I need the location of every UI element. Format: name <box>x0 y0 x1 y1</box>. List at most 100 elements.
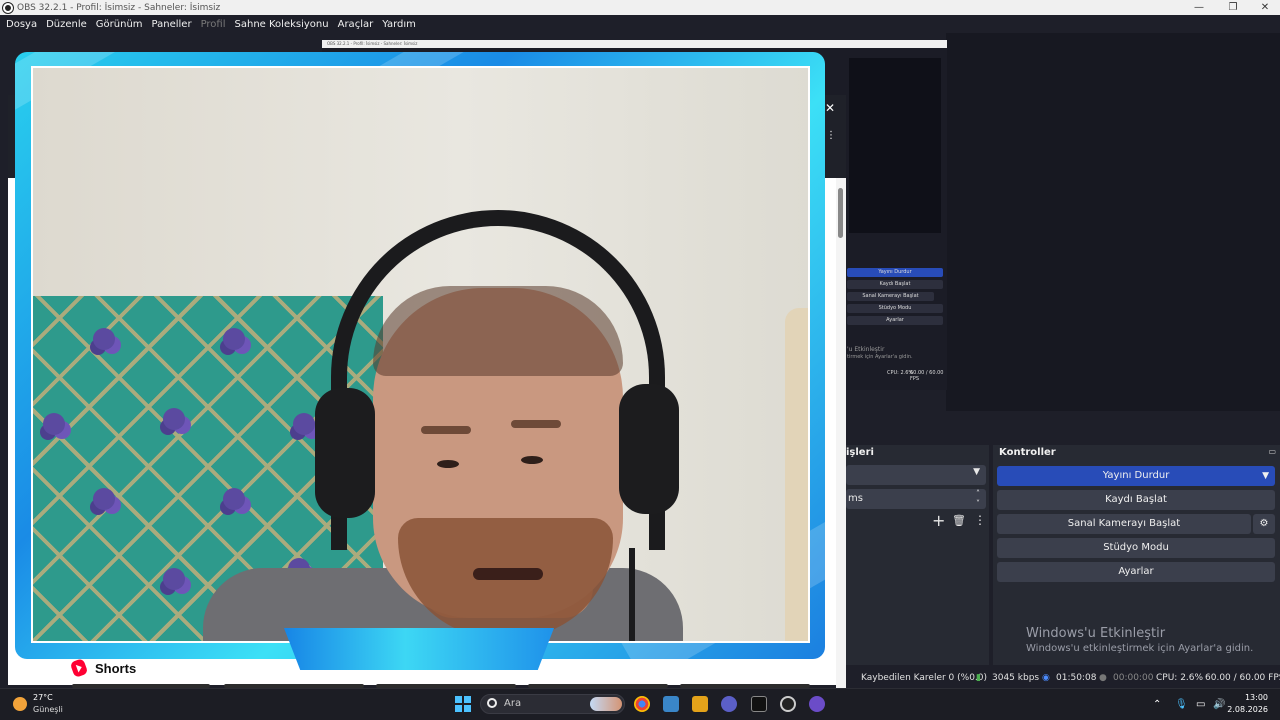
nested-virtualcam-button: Sanal Kamerayı Başlat <box>847 292 934 301</box>
clock-date[interactable]: 2.08.2026 <box>1220 705 1268 714</box>
nested-studio-button: Stüdyo Modu <box>847 304 943 313</box>
headphones-earcup-left <box>315 388 375 518</box>
shorts-header[interactable]: Shorts <box>69 658 137 678</box>
dock-float-icon[interactable]: ▭ <box>1268 447 1276 456</box>
studio-mode-button[interactable]: Stüdyo Modu <box>997 538 1275 558</box>
headphones-band <box>331 210 665 550</box>
mic-icon[interactable]: 🎙 <box>1175 699 1188 710</box>
audio-delay-spinbox[interactable]: ms ˄ ˅ <box>846 489 986 509</box>
scrollbar-thumb[interactable] <box>838 188 843 238</box>
settings-button[interactable]: Ayarlar <box>997 562 1275 582</box>
nested-settings-button: Ayarlar <box>847 316 943 325</box>
nested-fps: 60.00 / 60.00 FPS <box>910 370 944 382</box>
close-button[interactable]: ✕ <box>1248 0 1280 15</box>
headphones-earcup-right <box>619 384 679 514</box>
overlay-scrollbar[interactable] <box>836 178 846 688</box>
search-highlight-image <box>590 697 622 711</box>
sun-icon[interactable] <box>13 697 27 711</box>
controls-dock-header: Kontroller <box>999 447 1056 458</box>
epic-games-icon[interactable] <box>751 696 767 712</box>
chevron-up-icon[interactable]: ⌃ <box>1153 699 1161 710</box>
menu-sahne-koleksiyonu[interactable]: Sahne Koleksiyonu <box>235 19 329 30</box>
virtual-camera-settings-button[interactable]: ⚙ <box>1253 514 1275 534</box>
menu-dosya[interactable]: Dosya <box>6 19 37 30</box>
stream-time: 01:50:08 <box>1056 673 1097 683</box>
teams-icon[interactable] <box>721 696 737 712</box>
record-time: 00:00:00 <box>1113 673 1154 683</box>
nested-stream-button: Yayını Durdur <box>847 268 943 277</box>
more-menu-icon[interactable]: ⋮ <box>974 513 986 527</box>
audio-delay-value: ms <box>848 493 863 504</box>
audio-select[interactable]: ▼ <box>846 465 986 485</box>
blanket-flower <box>43 413 65 435</box>
webcam-feed <box>31 66 810 643</box>
activation-watermark-title: Windows'u Etkinleştir <box>1026 626 1166 641</box>
minimize-button[interactable]: — <box>1182 0 1216 15</box>
window-titlebar: OBS 32.2.1 - Profil: İsimsiz - Sahneler:… <box>0 0 1280 15</box>
trash-icon[interactable]: 🗑 <box>952 514 966 527</box>
chevron-down-icon: ▼ <box>973 467 980 477</box>
chrome-icon[interactable] <box>634 696 650 712</box>
blanket-flower <box>163 408 185 430</box>
youtube-shorts-icon <box>69 658 89 678</box>
window-title: OBS 32.2.1 - Profil: İsimsiz - Sahneler:… <box>17 2 221 13</box>
headphones-cable <box>629 548 635 641</box>
menu-araclar[interactable]: Araçlar <box>338 19 374 30</box>
clock-time[interactable]: 13:00 <box>1226 693 1268 702</box>
network-icon[interactable]: ▭ <box>1196 699 1205 710</box>
blanket-flower <box>93 328 115 350</box>
weather-condition[interactable]: Güneşli <box>33 705 63 714</box>
menu-bar: Dosya Düzenle Görünüm Paneller Profil Sa… <box>0 15 1280 33</box>
spin-arrows-icon[interactable]: ˄ ˅ <box>976 489 980 509</box>
menu-yardim[interactable]: Yardım <box>382 19 416 30</box>
blanket-flower <box>293 413 315 435</box>
add-icon[interactable]: + <box>932 511 945 530</box>
status-bar: Kaybedilen Kareler 0 (%0.0) ▮ 3045 kbps … <box>846 668 1280 688</box>
menu-profil[interactable]: Profil <box>201 19 226 30</box>
menu-paneller[interactable]: Paneller <box>152 19 192 30</box>
chevron-down-icon[interactable]: ▼ <box>1262 466 1269 486</box>
record-icon: ● <box>1099 673 1107 683</box>
blanket-flower <box>223 328 245 350</box>
menu-duzenle[interactable]: Düzenle <box>46 19 87 30</box>
gear-icon: ⚙ <box>1259 518 1269 529</box>
nested-window-title: OBS 32.2.1 - Profil: İsimsiz - Sahneler:… <box>322 40 947 48</box>
person-mouth <box>473 568 543 580</box>
activation-watermark-text: Windows'u etkinleştirmek için Ayarlar'a … <box>1026 643 1254 654</box>
obs-taskbar-icon[interactable] <box>780 696 796 712</box>
stream-icon: ◉ <box>1042 673 1050 683</box>
nested-record-button: Kaydı Başlat <box>847 280 943 289</box>
search-icon <box>487 698 497 708</box>
more-menu-icon[interactable]: ⋮ <box>826 130 836 141</box>
photos-icon[interactable] <box>663 696 679 712</box>
cpu-usage: CPU: 2.6% <box>1156 673 1204 683</box>
blanket-flower <box>223 488 245 510</box>
shorts-label: Shorts <box>95 660 137 676</box>
stop-stream-button[interactable]: Yayını Durdur ▼ <box>997 466 1275 486</box>
app-icon[interactable] <box>809 696 825 712</box>
nested-watermark-2: tirmek için Ayarlar'a gidin. <box>847 354 913 360</box>
search-placeholder[interactable]: Ara <box>504 698 521 709</box>
dropped-frames: Kaybedilen Kareler 0 (%0.0) <box>861 673 988 683</box>
nested-watermark-1: 'u Etkinleştir <box>847 346 885 353</box>
start-recording-button[interactable]: Kaydı Başlat <box>997 490 1275 510</box>
signal-icon: ▮ <box>976 673 981 683</box>
bitrate: 3045 kbps <box>992 673 1040 683</box>
nested-preview <box>849 58 941 233</box>
stop-stream-label: Yayını Durdur <box>1102 470 1170 481</box>
blanket-flower <box>93 488 115 510</box>
obs-logo-icon <box>3 2 13 13</box>
fps: 60.00 / 60.00 FPS <box>1205 673 1280 683</box>
blanket-flower <box>163 568 185 590</box>
start-virtual-camera-button[interactable]: Sanal Kamerayı Başlat <box>997 514 1251 534</box>
background-chair <box>785 308 808 641</box>
media-player-icon[interactable] <box>692 696 708 712</box>
weather-temperature[interactable]: 27°C <box>33 693 53 702</box>
audio-mixer-dock: işleri ▼ ms ˄ ˅ + 🗑 ⋮ <box>846 445 989 665</box>
maximize-button[interactable]: ❐ <box>1216 0 1250 15</box>
menu-gorunum[interactable]: Görünüm <box>96 19 143 30</box>
obs-preview-area <box>946 33 1280 411</box>
windows-start-icon[interactable] <box>455 696 471 712</box>
audio-dock-header: işleri <box>846 447 874 458</box>
frame-bottom-tab <box>284 628 554 670</box>
